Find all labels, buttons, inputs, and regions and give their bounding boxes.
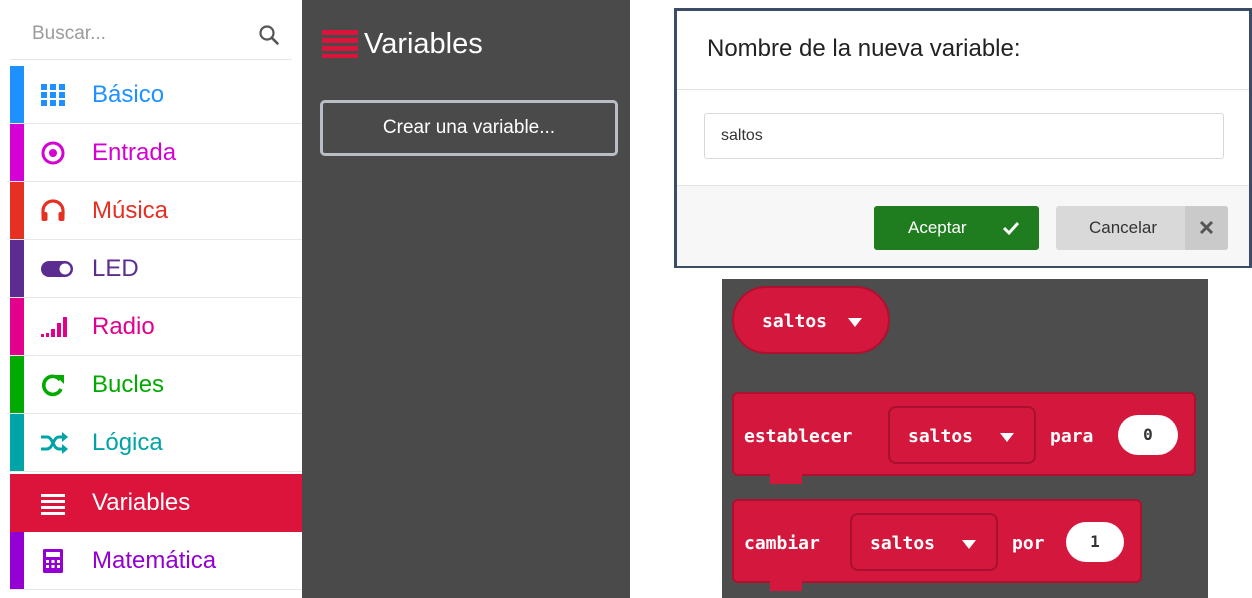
- variable-name: saltos: [908, 426, 974, 447]
- category-color-bar: [10, 66, 24, 123]
- grid-icon: [41, 84, 65, 106]
- category-led[interactable]: LED: [10, 240, 302, 298]
- category-musica[interactable]: Música: [10, 182, 302, 240]
- accept-button-label: Aceptar: [908, 218, 967, 237]
- category-basico[interactable]: Básico: [10, 66, 302, 124]
- loop-arrow-icon: [41, 374, 64, 397]
- category-label: Lógica: [92, 429, 163, 456]
- category-label: Entrada: [92, 139, 177, 166]
- search-icon[interactable]: [258, 24, 280, 46]
- category-label: Radio: [92, 313, 155, 340]
- dialog-title: Nombre de la nueva variable:: [707, 35, 1021, 62]
- block-connector-notch: [770, 581, 802, 591]
- value-input[interactable]: 1: [1066, 522, 1124, 562]
- category-label: Música: [92, 197, 169, 224]
- block-keyword: cambiar: [744, 533, 820, 554]
- blocks-preview: saltos establecer saltos para 0 cambiar …: [722, 279, 1208, 598]
- shuffle-icon: [41, 432, 68, 454]
- category-color-bar: [10, 414, 24, 471]
- category-color-bar: [10, 532, 24, 589]
- variable-name: saltos: [762, 311, 828, 332]
- category-color-bar: [10, 298, 24, 355]
- create-variable-button[interactable]: Crear una variable...: [320, 100, 618, 156]
- variable-reporter-block[interactable]: saltos: [732, 286, 890, 354]
- category-matematica[interactable]: Matemática: [10, 532, 302, 590]
- calculator-icon: [43, 549, 63, 573]
- search-box: [10, 10, 292, 60]
- category-color-bar: [10, 124, 24, 181]
- change-variable-block[interactable]: cambiar saltos por 1: [732, 499, 1142, 583]
- cancel-icon-area: [1185, 206, 1228, 250]
- cancel-button-label: Cancelar: [1089, 218, 1158, 237]
- target-icon: [41, 141, 65, 165]
- value-input[interactable]: 0: [1118, 415, 1178, 455]
- search-input[interactable]: [32, 20, 232, 48]
- lines-icon: [41, 494, 65, 515]
- toggle-icon: [41, 261, 73, 277]
- accept-button[interactable]: Aceptar: [874, 206, 1039, 250]
- category-label: Bucles: [92, 371, 165, 398]
- category-label: Básico: [92, 81, 165, 108]
- category-color-bar: [10, 356, 24, 413]
- category-label: LED: [92, 255, 139, 282]
- category-entrada[interactable]: Entrada: [10, 124, 302, 182]
- headphones-icon: [41, 199, 65, 221]
- toolbox-sidebar: Básico Entrada Música LED: [0, 0, 302, 598]
- dropdown-arrow-icon: [848, 318, 862, 327]
- category-variables[interactable]: Variables: [10, 474, 302, 532]
- variable-name-input[interactable]: [704, 113, 1224, 159]
- dropdown-arrow-icon: [1000, 433, 1014, 442]
- block-keyword: establecer: [744, 426, 853, 447]
- block-connector-notch: [770, 474, 802, 484]
- category-radio[interactable]: Radio: [10, 298, 302, 356]
- cancel-button[interactable]: Cancelar: [1056, 206, 1228, 250]
- flyout-title: Variables: [364, 28, 483, 60]
- category-label: Matemática: [92, 547, 217, 574]
- variables-flyout: Variables Crear una variable...: [302, 0, 630, 598]
- close-icon: [1199, 220, 1214, 235]
- category-color-bar: [10, 182, 24, 239]
- checkmark-icon: [1002, 221, 1020, 236]
- category-label: Variables: [92, 489, 191, 516]
- signal-bars-icon: [41, 317, 67, 337]
- variable-dropdown[interactable]: saltos: [850, 513, 998, 571]
- set-variable-block[interactable]: establecer saltos para 0: [732, 392, 1196, 476]
- dropdown-arrow-icon: [962, 540, 976, 549]
- category-color-bar: [10, 240, 24, 297]
- category-logica[interactable]: Lógica: [10, 414, 302, 472]
- dialog-header: Nombre de la nueva variable:: [677, 11, 1249, 90]
- dialog-footer: Aceptar Cancelar: [677, 185, 1249, 266]
- category-bucles[interactable]: Bucles: [10, 356, 302, 414]
- variable-name: saltos: [870, 533, 936, 554]
- variable-dropdown[interactable]: saltos: [888, 406, 1036, 464]
- new-variable-dialog: Nombre de la nueva variable: Aceptar Can…: [674, 8, 1252, 268]
- block-connector: por: [1012, 533, 1045, 554]
- block-connector: para: [1050, 426, 1094, 447]
- lines-icon: [322, 30, 358, 58]
